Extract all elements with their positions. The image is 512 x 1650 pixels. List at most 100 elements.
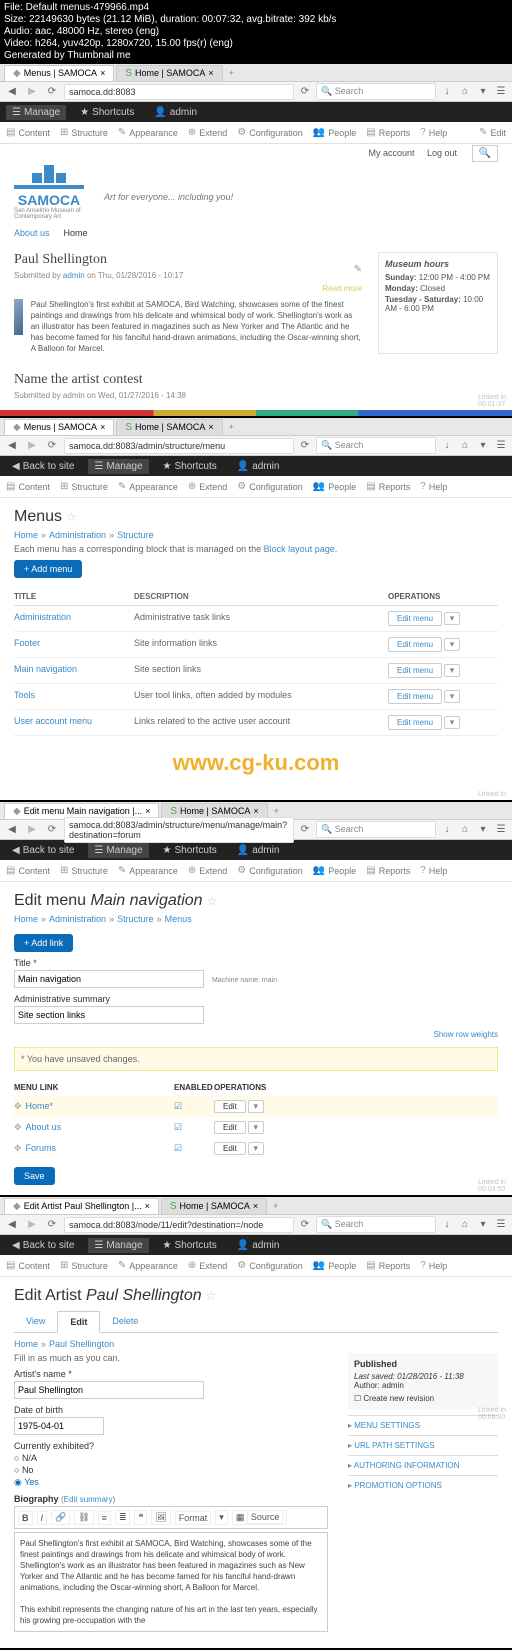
menu-title-input[interactable]	[14, 970, 204, 988]
revision-checkbox[interactable]: ☐	[354, 1394, 361, 1403]
appearance-link[interactable]: ✎Appearance	[118, 127, 178, 138]
close-icon[interactable]: ×	[208, 68, 213, 78]
tab-home[interactable]: SHome | SAMOCA×	[116, 65, 222, 81]
star-icon[interactable]: ☆	[66, 510, 77, 524]
site-logo[interactable]: SAMOCA San Anselmo Museum of Contemporar…	[14, 173, 84, 220]
menu-name-link[interactable]: Footer	[14, 638, 134, 651]
author-link[interactable]: admin	[63, 271, 85, 280]
configuration-link[interactable]: ⚙Configuration	[237, 127, 303, 138]
reload-button[interactable]: ⟳	[44, 84, 60, 100]
edit-menu-button[interactable]: Edit menu	[388, 689, 442, 704]
forward-button[interactable]: ▶	[24, 438, 40, 454]
shortcuts-link[interactable]: ★Shortcuts	[157, 459, 223, 474]
tab-edit[interactable]: Edit	[57, 1311, 100, 1333]
shortcuts-link[interactable]: ★Shortcuts	[74, 105, 140, 120]
edit-menu-button[interactable]: Edit menu	[388, 715, 442, 730]
dob-input[interactable]	[14, 1417, 104, 1435]
edit-toggle[interactable]: ✎Edit	[479, 127, 506, 138]
back-button[interactable]: ◀	[4, 438, 20, 454]
url-field[interactable]: samoca.dd:8083/admin/structure/menu/mana…	[64, 817, 294, 843]
add-link-button[interactable]: + Add link	[14, 934, 73, 952]
crumb-admin[interactable]: Administration	[49, 530, 106, 540]
reader-icon[interactable]: ⟳	[298, 85, 312, 99]
dropdown-toggle[interactable]: ▾	[444, 716, 460, 729]
tab-home[interactable]: SHome | SAMOCA×	[161, 1198, 267, 1214]
url-path-toggle[interactable]: URL PATH SETTINGS	[348, 1435, 498, 1455]
edit-menu-button[interactable]: Edit menu	[388, 663, 442, 678]
home-icon[interactable]: ⌂	[458, 85, 472, 99]
radio-yes[interactable]: ◉ Yes	[14, 1477, 328, 1488]
edit-menu-button[interactable]: Edit menu	[388, 637, 442, 652]
search-field[interactable]: 🔍 Search	[316, 437, 436, 454]
tab-menus[interactable]: ◆Menus | SAMOCA×	[4, 65, 114, 81]
new-tab-button[interactable]: +	[269, 1201, 282, 1211]
radio-na[interactable]: ○ N/A	[14, 1453, 328, 1463]
edit-summary-link[interactable]: (Edit summary)	[61, 1495, 115, 1504]
nav-about[interactable]: About us	[14, 228, 50, 238]
italic-button[interactable]: I	[37, 1511, 48, 1525]
edit-button[interactable]: Edit	[214, 1121, 246, 1134]
star-icon[interactable]: ☆	[207, 894, 218, 908]
search-icon[interactable]: 🔍	[472, 145, 498, 162]
back-button[interactable]: ◀	[4, 84, 20, 100]
drag-handle[interactable]: ✥	[14, 1143, 22, 1153]
people-link[interactable]: 👥People	[313, 127, 356, 138]
url-field[interactable]: samoca.dd:8083/admin/structure/menu	[64, 438, 294, 454]
menu-name-link[interactable]: Tools	[14, 690, 134, 703]
pocket-icon[interactable]: ▾	[476, 85, 490, 99]
dropdown-toggle[interactable]: ▾	[248, 1142, 264, 1155]
admin-summary-input[interactable]	[14, 1006, 204, 1024]
dropdown-toggle[interactable]: ▾	[444, 612, 460, 625]
article-title[interactable]: Paul Shellington	[14, 252, 362, 268]
link-button[interactable]: 🔗	[51, 1510, 70, 1525]
enabled-checkbox[interactable]: ☑	[174, 1122, 214, 1133]
edit-button[interactable]: Edit	[214, 1100, 246, 1113]
menu-link[interactable]: Home*	[26, 1101, 54, 1111]
manage-toggle[interactable]: ☰Manage	[6, 105, 66, 120]
drag-handle[interactable]: ✥	[14, 1101, 22, 1111]
menu-icon[interactable]: ☰	[494, 85, 508, 99]
menu-name-link[interactable]: Main navigation	[14, 664, 134, 677]
myaccount-link[interactable]: My account	[368, 148, 414, 158]
read-more-link[interactable]: Read more	[14, 284, 362, 293]
structure-link[interactable]: ⊞Structure	[60, 127, 108, 138]
unlink-button[interactable]: ⛓	[74, 1510, 93, 1525]
download-icon[interactable]: ↓	[440, 85, 454, 99]
admin-user-link[interactable]: 👤admin	[231, 459, 286, 474]
drag-handle[interactable]: ✥	[14, 1122, 22, 1132]
star-icon[interactable]: ☆	[206, 1289, 217, 1303]
new-tab-button[interactable]: +	[270, 806, 283, 816]
new-tab-button[interactable]: +	[225, 68, 238, 78]
search-field[interactable]: 🔍 Search	[316, 1216, 436, 1233]
manage-toggle[interactable]: ☰Manage	[88, 459, 148, 474]
nav-home[interactable]: Home	[64, 228, 88, 238]
menu-name-link[interactable]: User account menu	[14, 716, 134, 729]
search-field[interactable]: 🔍 Search	[316, 83, 436, 100]
reports-link[interactable]: ▤Reports	[366, 127, 410, 138]
help-link[interactable]: ?Help	[420, 127, 447, 138]
url-field[interactable]: samoca.dd:8083/node/11/edit?destination=…	[64, 1217, 294, 1233]
bold-button[interactable]: B	[18, 1511, 33, 1525]
artist-name-input[interactable]	[14, 1381, 204, 1399]
close-icon[interactable]: ×	[100, 68, 105, 78]
save-button[interactable]: Save	[14, 1167, 55, 1185]
menu-settings-toggle[interactable]: MENU SETTINGS	[348, 1415, 498, 1435]
menu-link[interactable]: Forums	[26, 1143, 57, 1153]
back-to-site[interactable]: ◀Back to site	[6, 459, 80, 474]
biography-textarea[interactable]: Paul Shellington's first exhibit at SAMO…	[14, 1532, 328, 1632]
dropdown-toggle[interactable]: ▾	[444, 664, 460, 677]
show-weights-link[interactable]: Show row weights	[14, 1030, 498, 1039]
add-menu-button[interactable]: + Add menu	[14, 560, 82, 578]
article-title-2[interactable]: Name the artist contest	[14, 372, 498, 388]
dropdown-toggle[interactable]: ▾	[248, 1100, 264, 1113]
crumb-home[interactable]: Home	[14, 530, 38, 540]
dropdown-toggle[interactable]: ▾	[248, 1121, 264, 1134]
logout-link[interactable]: Log out	[427, 148, 457, 158]
format-select[interactable]: Format	[175, 1511, 212, 1525]
url-field[interactable]: samoca.dd:8083	[64, 84, 294, 100]
image-button[interactable]: 🖼	[151, 1510, 170, 1525]
dropdown-toggle[interactable]: ▾	[444, 638, 460, 651]
radio-no[interactable]: ○ No	[14, 1465, 328, 1475]
new-tab-button[interactable]: +	[225, 422, 238, 432]
tab-editartist[interactable]: ◆Edit Artist Paul Shellington |...×	[4, 1198, 159, 1214]
